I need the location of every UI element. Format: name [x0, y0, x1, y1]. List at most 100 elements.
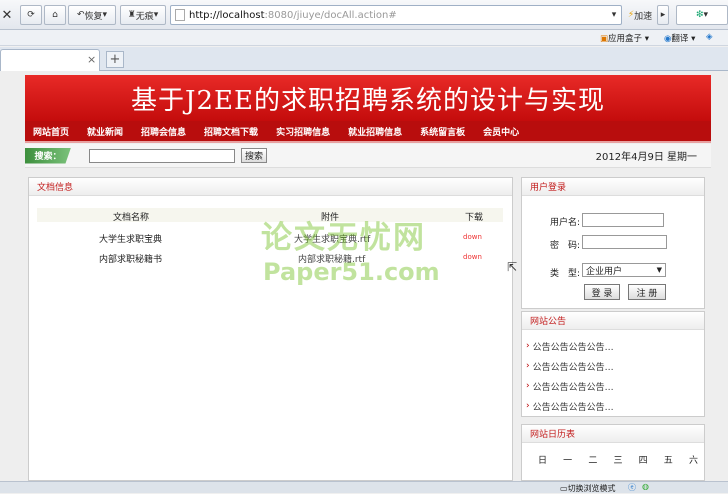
url-dropdown-icon[interactable]: ▾ [607, 5, 621, 25]
address-bar[interactable]: http://localhost:8080/jiuye/docAll.actio… [170, 5, 622, 25]
site-title: 基于J2EE的求职招聘系统的设计与实现 [131, 85, 605, 116]
download-link[interactable]: down [463, 233, 482, 241]
box-icon: ▣ [600, 34, 609, 44]
user-type-select[interactable]: 企业用户 ▼ [582, 263, 666, 277]
new-tab-button[interactable]: + [106, 51, 124, 68]
bullet-icon: › [526, 381, 530, 391]
username-label: 用户名: [550, 218, 581, 228]
col-download: 下载 [465, 213, 484, 223]
tab-close-icon[interactable]: × [87, 53, 96, 66]
docs-panel-title: 文档信息 [29, 178, 512, 196]
tab-current[interactable]: × [0, 49, 100, 71]
notice-text: 公告公告公告公告… [532, 362, 614, 373]
chevron-down-icon: ▼ [656, 266, 662, 274]
watermark-text: 论文无忧网 [261, 220, 426, 256]
status-bar: ▭切换浏览模式 ⓔ ◍ [0, 481, 728, 493]
security-icon[interactable]: ◍ [642, 482, 649, 491]
list-item[interactable]: › 公告公告公告公告… [522, 356, 704, 376]
notice-text: 公告公告公告公告… [532, 402, 614, 413]
bullet-icon: › [526, 401, 530, 411]
nav-doc-download[interactable]: 招聘文档下载 [204, 125, 258, 138]
restore-label: 恢复 [84, 11, 103, 22]
accelerate-button[interactable]: ⚡ 加速 [623, 5, 657, 25]
username-input[interactable] [582, 213, 664, 227]
list-item[interactable]: › 公告公告公告公告… [522, 336, 704, 356]
translate-label: 翻译 [671, 34, 689, 44]
stop-icon[interactable]: ✕ [0, 5, 14, 25]
weekday-label: 三 [613, 456, 623, 466]
weekday-label: 日 [538, 456, 548, 466]
search-label: 搜索： [25, 147, 71, 164]
main-nav: 网站首页 就业新闻 招聘会信息 招聘文档下载 实习招聘信息 就业招聘信息 系统留… [25, 121, 711, 143]
nav-internship[interactable]: 实习招聘信息 [276, 125, 330, 138]
col-doc-name: 文档名称 [113, 213, 150, 223]
restore-button[interactable]: ↶ 恢复 ▾ [68, 5, 116, 25]
calendar-panel-title: 网站日历表 [522, 425, 704, 443]
nav-guestbook[interactable]: 系统留言板 [420, 125, 465, 138]
chevron-down-icon: ▾ [102, 10, 108, 20]
tab-strip: × + [0, 47, 728, 71]
notice-text: 公告公告公告公告… [532, 342, 614, 353]
password-input[interactable] [582, 235, 667, 249]
calendar-weekdays: 日 一 二 三 四 五 六 [538, 453, 698, 466]
login-panel: 用户登录 用户名: 密 码: 类 型: 企业用户 ▼ 登 录 注 册 [521, 177, 705, 309]
site-banner: 基于J2EE的求职招聘系统的设计与实现 [25, 75, 711, 121]
doc-name: 内部求职秘籍书 [99, 255, 163, 265]
extension-icon[interactable]: ◈ [706, 32, 713, 42]
app-box-label: 应用盒子 [608, 34, 643, 44]
search-button[interactable]: 搜索 [241, 148, 268, 163]
incognito-label: 无痕 [135, 11, 154, 22]
go-button[interactable]: ▸ [657, 5, 669, 25]
incognito-button[interactable]: ♜ 无痕 ▾ [120, 5, 166, 25]
docs-panel: 文档信息 文档名称 附件 下载 大学生求职宝典 大学生求职宝典.rtf down… [28, 177, 517, 481]
list-item[interactable]: › 公告公告公告公告… [522, 376, 704, 396]
nav-employment[interactable]: 就业招聘信息 [348, 125, 402, 138]
calendar-panel: 网站日历表 日 一 二 三 四 五 六 [521, 424, 705, 481]
list-item[interactable]: › 公告公告公告公告… [522, 396, 704, 416]
weekday-label: 六 [688, 456, 698, 466]
refresh-icon[interactable]: ⟳ [20, 5, 42, 25]
browser-toolbar: ✕ ⟳ ⌂ ↶ 恢复 ▾ ♜ 无痕 ▾ http://localhost:8080/ji… [0, 0, 728, 30]
accelerate-label: 加速 [634, 11, 653, 22]
url-path: :8080/jiuye/docAll.action# [264, 9, 397, 21]
browse-mode-button[interactable]: ▭切换浏览模式 [560, 483, 616, 494]
download-link[interactable]: down [463, 253, 482, 261]
register-button[interactable]: 注 册 [628, 284, 666, 300]
page-icon [175, 9, 185, 21]
nav-member[interactable]: 会员中心 [483, 125, 519, 138]
browse-mode-label: 切换浏览模式 [567, 484, 616, 493]
search-input[interactable] [89, 148, 235, 163]
login-button[interactable]: 登 录 [584, 284, 620, 300]
app-box-button[interactable]: ▣应用盒子 ▾ [600, 32, 649, 44]
login-panel-title: 用户登录 [522, 178, 704, 196]
chevron-down-icon: ▾ [153, 10, 159, 20]
url-host: http://localhost [189, 9, 265, 21]
nav-job-fair[interactable]: 招聘会信息 [141, 125, 186, 138]
translate-button[interactable]: ◉翻译 ▾ [664, 32, 695, 44]
date-display: 2012年4月9日 星期一 [595, 152, 697, 163]
home-icon[interactable]: ⌂ [44, 5, 66, 25]
search-row: 搜索： 搜索 2012年4月9日 星期一 [25, 144, 711, 168]
user-type-value: 企业用户 [586, 266, 623, 277]
monitor-icon: ▭ [560, 484, 568, 493]
notice-panel: 网站公告 › 公告公告公告公告… › 公告公告公告公告… › 公告公告公告公告… › 公… [521, 311, 705, 417]
password-label: 密 码: [550, 241, 581, 251]
search-engine-icon: ❇ [695, 10, 704, 20]
weekday-label: 一 [563, 456, 573, 466]
chevron-down-icon: ▾ [703, 10, 709, 20]
notice-panel-title: 网站公告 [522, 312, 704, 330]
mouse-cursor-icon: ⇱ [507, 260, 518, 274]
nav-home[interactable]: 网站首页 [33, 125, 69, 138]
weekday-label: 五 [663, 456, 673, 466]
weekday-label: 二 [588, 456, 598, 466]
doc-name: 大学生求职宝典 [99, 235, 163, 245]
incognito-icon: ♜ [127, 10, 136, 20]
extensions-bar: ▣应用盒子 ▾ ◉翻译 ▾ ◈ [0, 30, 728, 46]
type-label: 类 型: [550, 269, 581, 279]
search-engine-box[interactable]: ❇ ▾ [676, 5, 728, 25]
nav-news[interactable]: 就业新闻 [87, 125, 123, 138]
weekday-label: 四 [638, 456, 648, 466]
ie-icon[interactable]: ⓔ [628, 482, 636, 493]
bullet-icon: › [526, 341, 530, 351]
notice-text: 公告公告公告公告… [532, 382, 614, 393]
